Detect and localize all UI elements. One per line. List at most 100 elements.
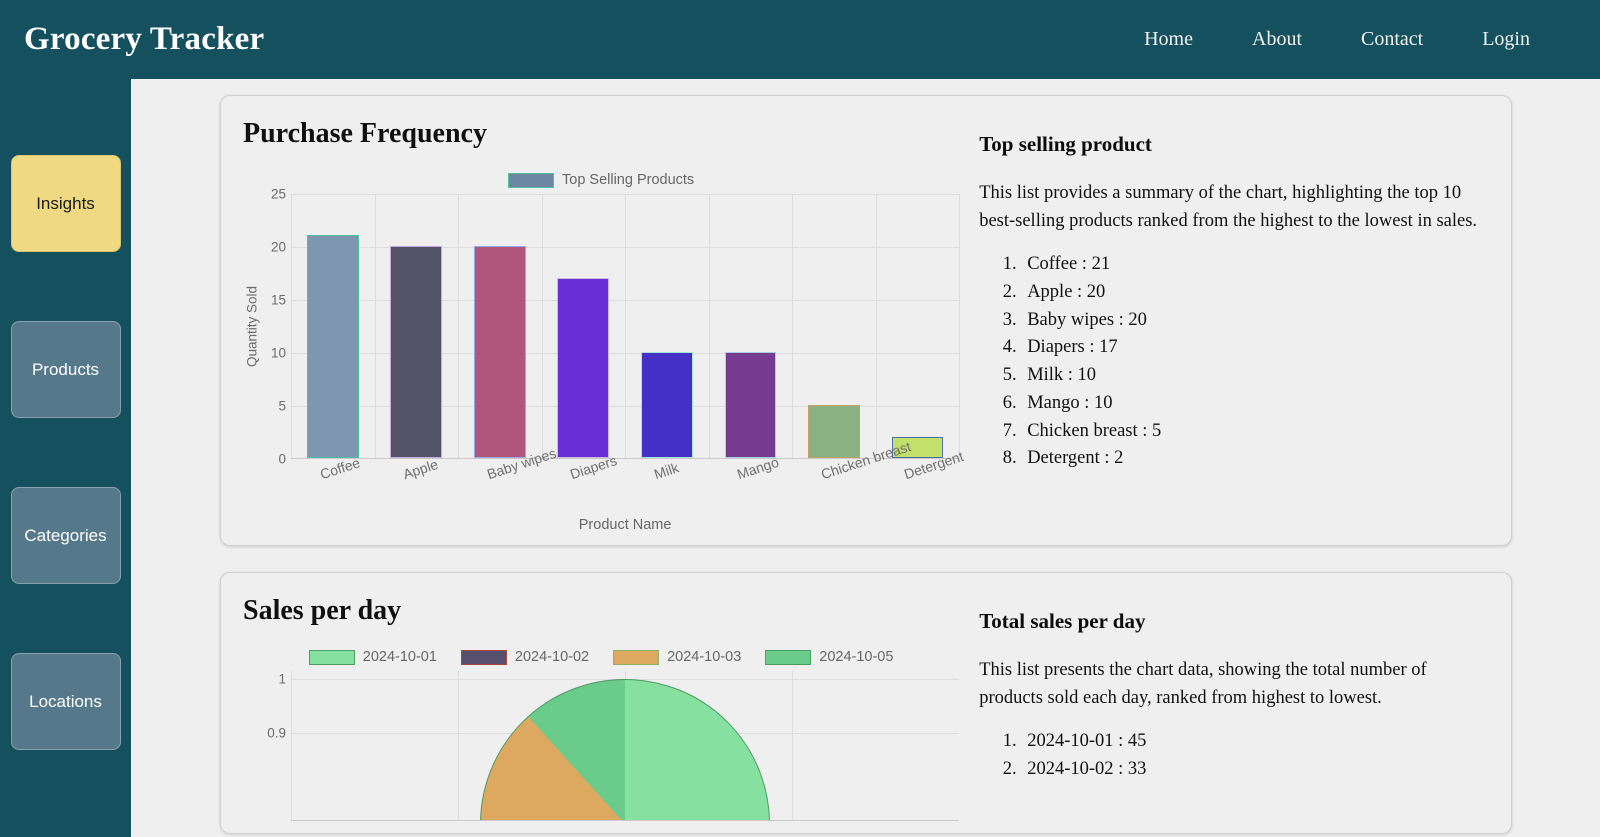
list-item: Detergent : 2 <box>1021 445 1491 473</box>
panel-title: Total sales per day <box>979 609 1146 633</box>
legend-label: 2024-10-05 <box>819 649 894 665</box>
y-tick-label: 15 <box>270 292 286 308</box>
bar-plot-wrap: Quantity Sold 0 5 10 15 20 25 <box>243 187 961 467</box>
nav-link-login[interactable]: Login <box>1472 24 1540 55</box>
total-sales-list: 2024-10-01 : 452024-10-02 : 33 <box>1021 728 1491 784</box>
bar-plot-area <box>291 194 961 459</box>
pie-chart-legend: 2024-10-01 2024-10-02 2024-10-03 2024-10-05 <box>243 649 959 665</box>
legend-label: 2024-10-02 <box>514 649 590 665</box>
y-tick-label: 10 <box>270 345 286 361</box>
pie-plot-wrap: 1 0.9 <box>243 671 960 821</box>
bar-chart-container: Purchase Frequency Top Selling Products … <box>221 96 969 545</box>
legend-label: Top Selling Products <box>562 172 695 188</box>
app-title: Grocery Tracker <box>24 21 265 57</box>
y-tick-label: 25 <box>270 186 286 202</box>
sidebar-item-label: Locations <box>29 691 102 711</box>
top-selling-panel: Top selling product This list provides a… <box>969 96 1511 545</box>
y-tick-label: 0 <box>278 451 286 467</box>
bar-slot <box>542 277 626 458</box>
list-item: 2024-10-01 : 45 <box>1021 728 1491 756</box>
nav-link-about[interactable]: About <box>1242 24 1312 55</box>
bar-slot <box>375 246 459 458</box>
x-tick-label: Mango <box>735 453 782 483</box>
list-item: Apple : 20 <box>1021 279 1491 307</box>
legend-entry[interactable]: Top Selling Products <box>508 172 694 188</box>
bar[interactable] <box>390 246 443 458</box>
card-title: Purchase Frequency <box>243 118 487 149</box>
bar-slot <box>792 405 876 458</box>
bar-slot <box>625 352 709 458</box>
main-content: Purchase Frequency Top Selling Products … <box>131 79 1600 837</box>
sidebar-item-label: Categories <box>24 525 107 545</box>
x-tick-label: Apple <box>401 455 441 483</box>
gridline-vertical <box>792 671 794 820</box>
list-item: Coffee : 21 <box>1021 251 1491 279</box>
bar[interactable] <box>808 405 860 458</box>
pie-y-tick-label: 1 <box>278 671 286 687</box>
bar-slot <box>291 235 375 458</box>
bar-slot <box>458 246 542 458</box>
list-item: 2024-10-02 : 33 <box>1021 756 1491 784</box>
legend-swatch-icon <box>765 649 812 665</box>
sidebar-item-insights[interactable]: Insights <box>10 155 121 252</box>
list-item: Chicken breast : 5 <box>1021 418 1491 446</box>
sidebar: Insights Products Categories Locations <box>0 0 131 837</box>
legend-label: 2024-10-01 <box>362 649 437 665</box>
sidebar-item-categories[interactable]: Categories <box>10 487 121 584</box>
app-root: Grocery Tracker Home About Contact Login… <box>0 0 1600 837</box>
x-tick-label: Milk <box>651 459 681 483</box>
legend-swatch-icon <box>613 649 660 665</box>
bar[interactable] <box>641 352 693 458</box>
legend-entry[interactable]: 2024-10-03 <box>613 649 741 665</box>
panel-description: This list presents the chart data, showi… <box>979 660 1427 709</box>
y-tick-label: 5 <box>278 398 286 414</box>
legend-entry[interactable]: 2024-10-01 <box>308 649 437 665</box>
card-purchase-frequency: Purchase Frequency Top Selling Products … <box>220 95 1512 546</box>
y-axis-ticks: 0 5 10 15 20 25 <box>261 187 291 467</box>
panel-title: Top selling product <box>979 132 1152 156</box>
list-item: Milk : 10 <box>1021 362 1491 390</box>
legend-label: 2024-10-03 <box>667 649 742 665</box>
bar-slot <box>709 352 793 458</box>
list-item: Diapers : 17 <box>1021 334 1491 362</box>
top-selling-list: Coffee : 21Apple : 20Baby wipes : 20Diap… <box>1021 251 1491 473</box>
pie-chart-container: Sales per day 2024-10-01 2024-10-02 2024-1… <box>221 573 969 833</box>
pie-slices <box>480 679 771 820</box>
legend-swatch-icon <box>460 649 507 665</box>
x-axis-labels: Coffee Apple Baby wipes Diapers Milk Mango Chi… <box>291 438 966 521</box>
main-nav: Home About Contact Login <box>1134 24 1600 55</box>
card-title: Sales per day <box>243 595 402 626</box>
legend-entry[interactable]: 2024-10-05 <box>765 649 893 665</box>
nav-link-contact[interactable]: Contact <box>1351 24 1433 55</box>
x-tick-label: Coffee <box>317 454 362 483</box>
bar-series <box>291 194 959 458</box>
y-tick-label: 20 <box>270 239 286 255</box>
pie-y-tick-label: 0.9 <box>267 725 286 741</box>
sidebar-item-label: Products <box>31 359 100 379</box>
panel-description: This list provides a summary of the char… <box>979 183 1478 232</box>
legend-swatch-icon <box>308 649 355 665</box>
list-item: Mango : 10 <box>1021 390 1491 418</box>
nav-link-home[interactable]: Home <box>1134 24 1203 55</box>
pie-y-axis-title <box>243 671 261 821</box>
bar[interactable] <box>473 246 526 458</box>
legend-entry[interactable]: 2024-10-02 <box>460 649 590 665</box>
total-sales-panel: Total sales per day This list presents t… <box>969 573 1511 833</box>
bar[interactable] <box>306 235 359 458</box>
y-axis-title: Quantity Sold <box>244 285 260 368</box>
card-sales-per-day: Sales per day 2024-10-01 2024-10-02 2024-1… <box>220 572 1512 834</box>
gridline-vertical <box>959 194 961 458</box>
top-header: Grocery Tracker Home About Contact Login <box>0 0 1600 79</box>
sidebar-item-locations[interactable]: Locations <box>10 653 121 750</box>
pie-plot-area <box>291 671 960 821</box>
pie-y-axis-ticks: 1 0.9 <box>261 671 291 821</box>
gridline-vertical <box>458 671 460 820</box>
bar-chart-legend: Top Selling Products <box>243 172 959 188</box>
gridline-vertical <box>291 671 292 820</box>
bar[interactable] <box>557 277 610 458</box>
sidebar-item-label: Insights <box>36 193 95 213</box>
legend-swatch-icon <box>508 172 554 188</box>
sidebar-item-products[interactable]: Products <box>10 321 121 418</box>
bar[interactable] <box>724 352 777 458</box>
list-item: Baby wipes : 20 <box>1021 307 1491 335</box>
